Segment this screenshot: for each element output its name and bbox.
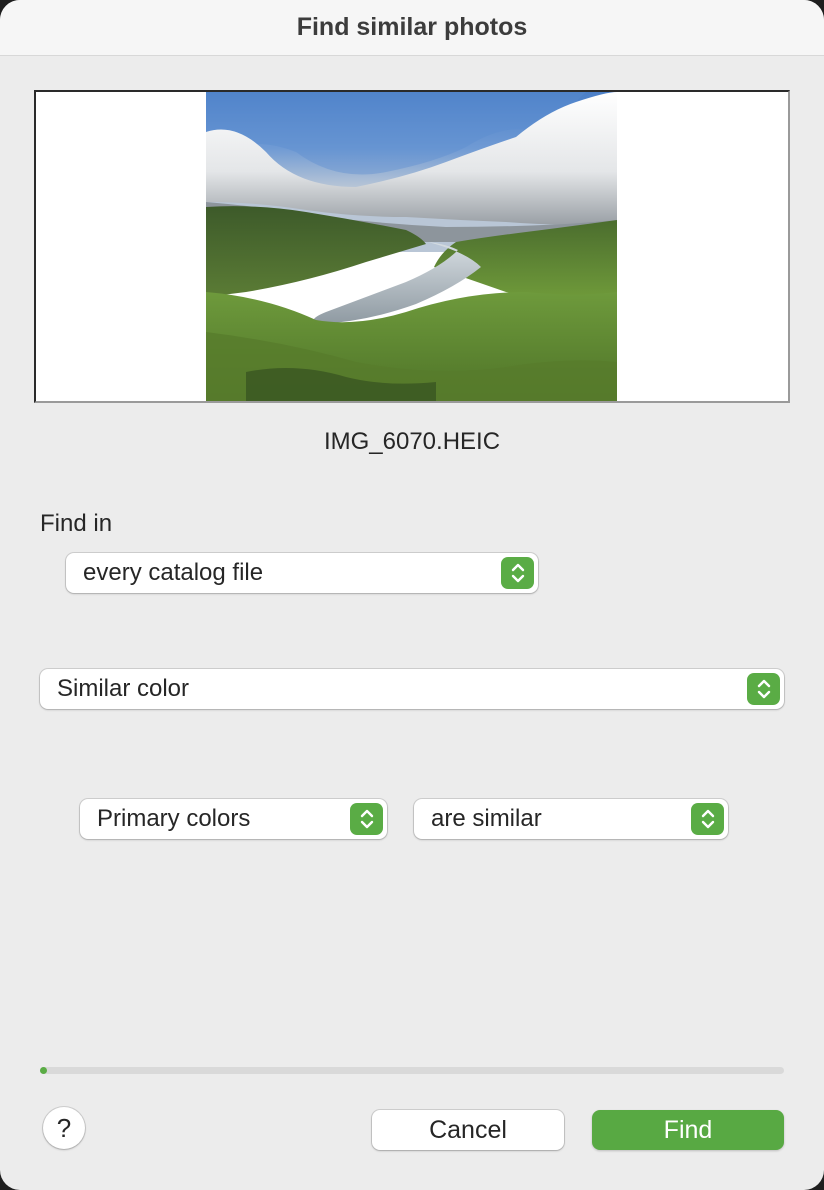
popup-stepper-icon	[691, 803, 724, 835]
dialog-title: Find similar photos	[296, 13, 528, 41]
progress-bar-fill	[40, 1067, 47, 1074]
attribute-popup-value: Primary colors	[97, 805, 251, 832]
find-in-popup-value: every catalog file	[83, 559, 264, 586]
find-button[interactable]: Find	[592, 1110, 784, 1150]
cancel-button[interactable]: Cancel	[372, 1110, 564, 1150]
popup-stepper-icon	[747, 673, 780, 705]
photo-filename: IMG_6070.HEIC	[323, 428, 501, 455]
progress-bar	[40, 1067, 784, 1074]
criteria-popup-value: Similar color	[57, 675, 190, 702]
attribute-popup[interactable]: Primary colors	[80, 799, 387, 839]
help-button[interactable]: ?	[43, 1107, 85, 1149]
operator-popup-value: are similar	[431, 805, 542, 832]
find-similar-photos-dialog: Find similar photos IMG_6070.HEIC Find i…	[0, 0, 824, 1190]
operator-popup[interactable]: are similar	[414, 799, 728, 839]
find-in-popup[interactable]: every catalog file	[66, 553, 538, 593]
popup-stepper-icon	[350, 803, 383, 835]
criteria-popup[interactable]: Similar color	[40, 669, 784, 709]
photo-thumbnail	[206, 92, 617, 401]
find-in-label: Find in	[40, 510, 113, 537]
popup-stepper-icon	[501, 557, 534, 589]
title-bar: Find similar photos	[0, 0, 824, 56]
photo-preview-frame	[34, 90, 790, 403]
